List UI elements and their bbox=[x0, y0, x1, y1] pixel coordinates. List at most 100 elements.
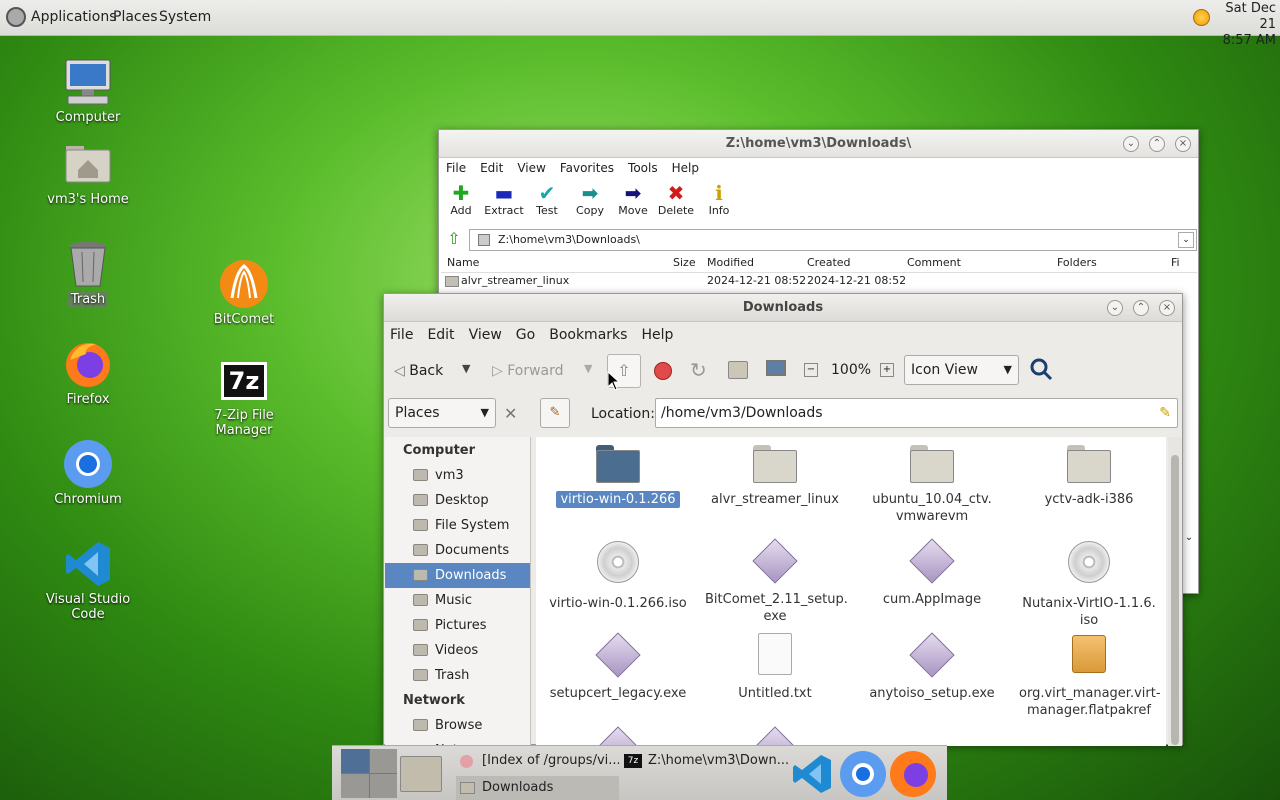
applications-menu[interactable]: Applications bbox=[31, 9, 117, 25]
scrollbar[interactable] bbox=[1168, 437, 1182, 746]
sevenzip-titlebar[interactable]: Z:\home\vm3\Downloads\ ⌄ ⌃ × bbox=[439, 130, 1198, 158]
back-history-dropdown[interactable]: ▼ bbox=[462, 362, 470, 375]
sidebar-item-vm3[interactable]: vm3 bbox=[385, 463, 530, 488]
menu-view[interactable]: View bbox=[469, 327, 502, 343]
forward-button[interactable]: ▷ Forward bbox=[492, 360, 564, 382]
workspace-switcher[interactable] bbox=[341, 749, 397, 798]
close-sidebar-button[interactable]: ✕ bbox=[504, 404, 517, 423]
computer-button[interactable] bbox=[766, 360, 786, 376]
toggle-location-button[interactable]: ✎ bbox=[540, 398, 570, 428]
clock[interactable]: Sat Dec 21 8:57 AM bbox=[1212, 1, 1276, 49]
close-button[interactable]: × bbox=[1159, 300, 1175, 316]
menu-go[interactable]: Go bbox=[516, 327, 535, 343]
sidebar-item-downloads[interactable]: Downloads bbox=[385, 563, 530, 588]
home-button[interactable] bbox=[728, 361, 748, 379]
forward-history-dropdown[interactable]: ▼ bbox=[584, 362, 592, 375]
toolbar-button-delete[interactable]: ✖ Delete bbox=[654, 182, 698, 217]
desktop-icon-computer[interactable]: Computer bbox=[28, 56, 148, 125]
column-comment[interactable]: Comment bbox=[907, 254, 961, 272]
sidebar-item-music[interactable]: Music bbox=[385, 588, 530, 613]
reload-button[interactable]: ↻ bbox=[690, 358, 707, 382]
firefox-launcher-icon[interactable] bbox=[890, 751, 936, 797]
menu-help[interactable]: Help bbox=[641, 327, 673, 343]
sidebar-item-desktop[interactable]: Desktop bbox=[385, 488, 530, 513]
menu-edit[interactable]: Edit bbox=[480, 161, 503, 175]
file-item[interactable]: org.virt_manager.virt- manager.flatpakre… bbox=[1019, 633, 1161, 719]
desktop-icon-firefox[interactable]: Firefox bbox=[28, 338, 148, 407]
close-button[interactable]: × bbox=[1175, 136, 1191, 152]
desktop-icon-bitcomet[interactable]: BitComet bbox=[184, 258, 304, 327]
desktop-icon-vscode[interactable]: Visual Studio Code bbox=[28, 538, 148, 622]
path-combobox[interactable]: Z:\home\vm3\Downloads\ ⌄ bbox=[469, 229, 1197, 251]
table-row[interactable]: alvr_streamer_linux 2024-12-21 08:52 202… bbox=[441, 273, 1181, 290]
taskbar-item-downloads[interactable]: Downloads bbox=[456, 776, 619, 800]
location-input[interactable]: /home/vm3/Downloads ✎ bbox=[655, 398, 1178, 428]
toolbar-button-copy[interactable]: ➡ Copy bbox=[568, 182, 612, 217]
minimize-button[interactable]: ⌄ bbox=[1123, 136, 1139, 152]
vscode-launcher-icon[interactable] bbox=[790, 752, 834, 800]
clear-location-icon[interactable]: ✎ bbox=[1159, 399, 1171, 427]
column-name[interactable]: Name bbox=[447, 254, 479, 272]
scroll-down-icon[interactable]: ⌄ bbox=[1182, 532, 1196, 548]
file-item[interactable]: virtio-win-0.1.266 bbox=[548, 445, 688, 508]
menu-edit[interactable]: Edit bbox=[427, 327, 454, 343]
taskbar-item-browser[interactable]: [Index of /groups/vi... bbox=[456, 749, 619, 773]
column-modified[interactable]: Modified bbox=[707, 254, 754, 272]
menu-file[interactable]: File bbox=[446, 161, 466, 175]
file-item[interactable]: setupcert_legacy.exe bbox=[548, 632, 688, 702]
menu-bookmarks[interactable]: Bookmarks bbox=[549, 327, 627, 343]
toolbar-button-test[interactable]: ✔ Test bbox=[525, 182, 569, 217]
sidebar-item-browse-netw[interactable]: Browse Netw… bbox=[385, 713, 530, 758]
toolbar-button-move[interactable]: ➡ Move bbox=[611, 182, 655, 217]
file-item[interactable]: cum.AppImage bbox=[862, 538, 1002, 608]
menu-help[interactable]: Help bbox=[672, 161, 699, 175]
file-item[interactable]: Nutanix-VirtIO-1.1.6. iso bbox=[1019, 539, 1159, 629]
toolbar-button-info[interactable]: ℹ Info bbox=[697, 182, 741, 217]
places-menu[interactable]: Places bbox=[113, 9, 158, 25]
weather-icon[interactable] bbox=[1193, 9, 1210, 26]
sidebar-item-file-system[interactable]: File System bbox=[385, 513, 530, 538]
file-item[interactable]: ubuntu_10.04_ctv. vmwarevm bbox=[862, 445, 1002, 525]
file-item[interactable]: yctv-adk-i386 bbox=[1019, 445, 1159, 508]
zoom-out-button[interactable]: − bbox=[804, 363, 818, 377]
menu-tools[interactable]: Tools bbox=[628, 161, 658, 175]
desktop-icon-trash[interactable]: Trash bbox=[28, 238, 148, 307]
sidebar-item-documents[interactable]: Documents bbox=[385, 538, 530, 563]
file-manager-titlebar[interactable]: Downloads ⌄ ⌃ × bbox=[384, 294, 1182, 322]
sidebar-item-videos[interactable]: Videos bbox=[385, 638, 530, 663]
mate-logo-icon[interactable] bbox=[6, 7, 26, 27]
file-manager-window[interactable]: Downloads ⌄ ⌃ × File Edit View Go Bookmarks H… bbox=[383, 293, 1183, 758]
sidebar-item-pictures[interactable]: Pictures bbox=[385, 613, 530, 638]
toolbar-button-extract[interactable]: ▬ Extract bbox=[482, 182, 526, 217]
file-item[interactable]: anytoiso_setup.exe bbox=[862, 632, 1002, 702]
maximize-button[interactable]: ⌃ bbox=[1133, 300, 1149, 316]
scrollbar-thumb[interactable] bbox=[1171, 455, 1179, 745]
back-button[interactable]: ◁ Back bbox=[394, 360, 443, 382]
stop-button[interactable] bbox=[654, 362, 672, 380]
desktop-icon-7zip[interactable]: 7z 7-Zip File Manager bbox=[184, 362, 304, 438]
column-folders[interactable]: Folders bbox=[1057, 254, 1097, 272]
column-files[interactable]: Fi bbox=[1171, 254, 1180, 272]
sidebar-item-trash[interactable]: Trash bbox=[385, 663, 530, 688]
search-button[interactable] bbox=[1029, 357, 1053, 385]
sidebar-mode-select[interactable]: Places ▼ bbox=[388, 398, 496, 428]
view-mode-select[interactable]: Icon View ▼ bbox=[904, 355, 1019, 385]
file-item[interactable]: alvr_streamer_linux bbox=[705, 445, 845, 508]
column-created[interactable]: Created bbox=[807, 254, 851, 272]
menu-file[interactable]: File bbox=[390, 327, 413, 343]
chevron-down-icon[interactable]: ⌄ bbox=[1178, 232, 1194, 248]
show-desktop-button[interactable] bbox=[400, 756, 442, 792]
menu-view[interactable]: View bbox=[517, 161, 545, 175]
menu-favorites[interactable]: Favorites bbox=[560, 161, 614, 175]
toolbar-button-add[interactable]: ✚ Add bbox=[439, 182, 483, 217]
system-menu[interactable]: System bbox=[159, 9, 211, 25]
minimize-button[interactable]: ⌄ bbox=[1107, 300, 1123, 316]
maximize-button[interactable]: ⌃ bbox=[1149, 136, 1165, 152]
file-item[interactable]: 86.zip bbox=[548, 726, 688, 746]
file-item[interactable]: officalandrod_ antiktok_bumchecks bbox=[705, 726, 845, 746]
column-size[interactable]: Size bbox=[673, 254, 696, 272]
file-item[interactable]: virtio-win-0.1.266.iso bbox=[548, 539, 688, 612]
desktop-icon-chromium[interactable]: Chromium bbox=[28, 438, 148, 507]
zoom-in-button[interactable]: + bbox=[880, 363, 894, 377]
up-folder-button[interactable]: ⇧ bbox=[443, 230, 465, 248]
